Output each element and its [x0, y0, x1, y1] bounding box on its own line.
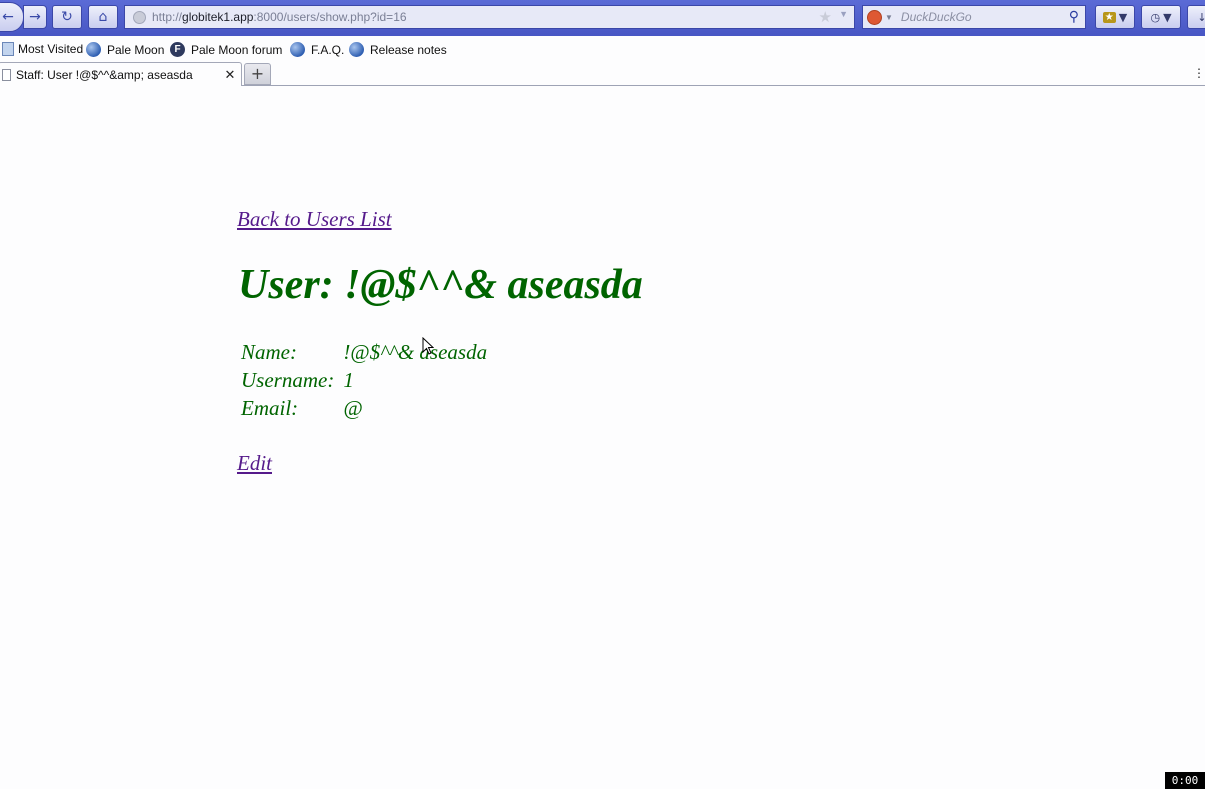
- page-title: User: !@$^^& aseasda: [238, 262, 643, 308]
- bookmark-label: Pale Moon: [107, 42, 165, 57]
- back-button[interactable]: ←: [0, 2, 24, 32]
- bookmark-pale-moon-forum[interactable]: F Pale Moon forum: [170, 42, 282, 57]
- reload-button[interactable]: ↻: [52, 5, 82, 29]
- globe-icon: [349, 42, 364, 57]
- forum-icon: F: [170, 42, 185, 57]
- recording-timer: 0:00: [1165, 772, 1205, 789]
- search-bar[interactable]: ▼ DuckDuckGo ⚲: [862, 5, 1086, 29]
- page-content: Back to Users List User: !@$^^& aseasda …: [0, 86, 1205, 789]
- detail-label: Email:: [241, 396, 299, 420]
- new-tab-button[interactable]: +: [244, 63, 271, 85]
- bookmarks-toolbar: Most Visited Pale Moon F Pale Moon forum…: [0, 36, 1205, 62]
- url-bar[interactable]: http://globitek1.app:8000/users/show.php…: [124, 5, 855, 29]
- bookmark-label: Most Visited: [18, 42, 84, 56]
- url-dropdown-icon[interactable]: ▼: [839, 9, 848, 19]
- detail-row-name: Name: !@$^^& aseasda: [241, 339, 487, 365]
- folder-icon: [2, 42, 14, 56]
- edit-link[interactable]: Edit: [237, 451, 272, 476]
- downloads-button[interactable]: ↓: [1187, 5, 1205, 29]
- forward-button[interactable]: →: [23, 5, 47, 29]
- bookmark-label: F.A.Q.: [311, 42, 345, 57]
- bookmark-label: Pale Moon forum: [191, 42, 283, 57]
- search-engine-dropdown-icon[interactable]: ▼: [885, 13, 893, 22]
- reload-icon: ↻: [61, 9, 73, 25]
- star-icon[interactable]: ★: [819, 8, 832, 26]
- download-arrow-icon: ↓: [1197, 10, 1205, 24]
- close-icon[interactable]: ✕: [221, 67, 239, 83]
- detail-label: Name:: [241, 340, 297, 364]
- detail-value: !@$^^& aseasda: [343, 340, 488, 364]
- url-path: :8000/users/show.php?id=16: [253, 10, 407, 24]
- bookmark-release-notes[interactable]: Release notes: [349, 42, 447, 57]
- bookmarks-menu-button[interactable]: ★ ▼: [1095, 5, 1135, 29]
- globe-icon: [86, 42, 101, 57]
- bookmarks-star-icon: ★: [1102, 11, 1116, 23]
- back-arrow-icon: ←: [2, 9, 14, 25]
- back-to-users-link[interactable]: Back to Users List: [237, 207, 392, 232]
- page-icon: [2, 68, 11, 81]
- bookmark-label: Release notes: [370, 42, 447, 57]
- bookmark-pale-moon[interactable]: Pale Moon: [86, 42, 164, 57]
- tab-active[interactable]: Staff: User !@$^^&amp; aseasda ✕: [0, 62, 242, 86]
- history-menu-button[interactable]: ◷ ▼: [1141, 5, 1181, 29]
- clock-icon: ◷: [1150, 10, 1161, 24]
- forward-arrow-icon: →: [29, 9, 41, 25]
- bookmark-most-visited[interactable]: Most Visited: [2, 42, 83, 56]
- tab-title: Staff: User !@$^^&amp; aseasda: [16, 67, 193, 82]
- search-placeholder: DuckDuckGo: [900, 10, 972, 24]
- user-details-table: Name: !@$^^& aseasda Username: 1 Email: …: [238, 337, 490, 423]
- home-button[interactable]: ⌂: [88, 5, 118, 29]
- detail-row-username: Username: 1: [241, 367, 487, 393]
- detail-label: Username:: [241, 368, 335, 392]
- duckduckgo-icon[interactable]: [867, 9, 882, 25]
- magnifier-icon[interactable]: ⚲: [1069, 8, 1079, 25]
- home-icon: ⌂: [98, 9, 108, 25]
- bookmark-faq[interactable]: F.A.Q.: [290, 42, 344, 57]
- browser-toolbar: ← → ↻ ⌂ http://globitek1.app:8000/users/…: [0, 0, 1205, 36]
- detail-value: @: [343, 396, 363, 420]
- mouse-cursor-icon: [422, 337, 434, 355]
- url-host: globitek1.app: [182, 10, 254, 24]
- detail-row-email: Email: @: [241, 395, 487, 421]
- tab-scroll-icon[interactable]: ⋮: [1193, 66, 1205, 80]
- chevron-down-icon: ▼: [1163, 10, 1172, 24]
- site-identity-icon[interactable]: [133, 10, 146, 24]
- chevron-down-icon: ▼: [1118, 10, 1128, 24]
- tab-bar: Staff: User !@$^^&amp; aseasda ✕ + ⋮: [0, 62, 1205, 86]
- detail-value: 1: [343, 368, 354, 392]
- globe-icon: [290, 42, 305, 57]
- url-prefix: http://: [152, 10, 183, 24]
